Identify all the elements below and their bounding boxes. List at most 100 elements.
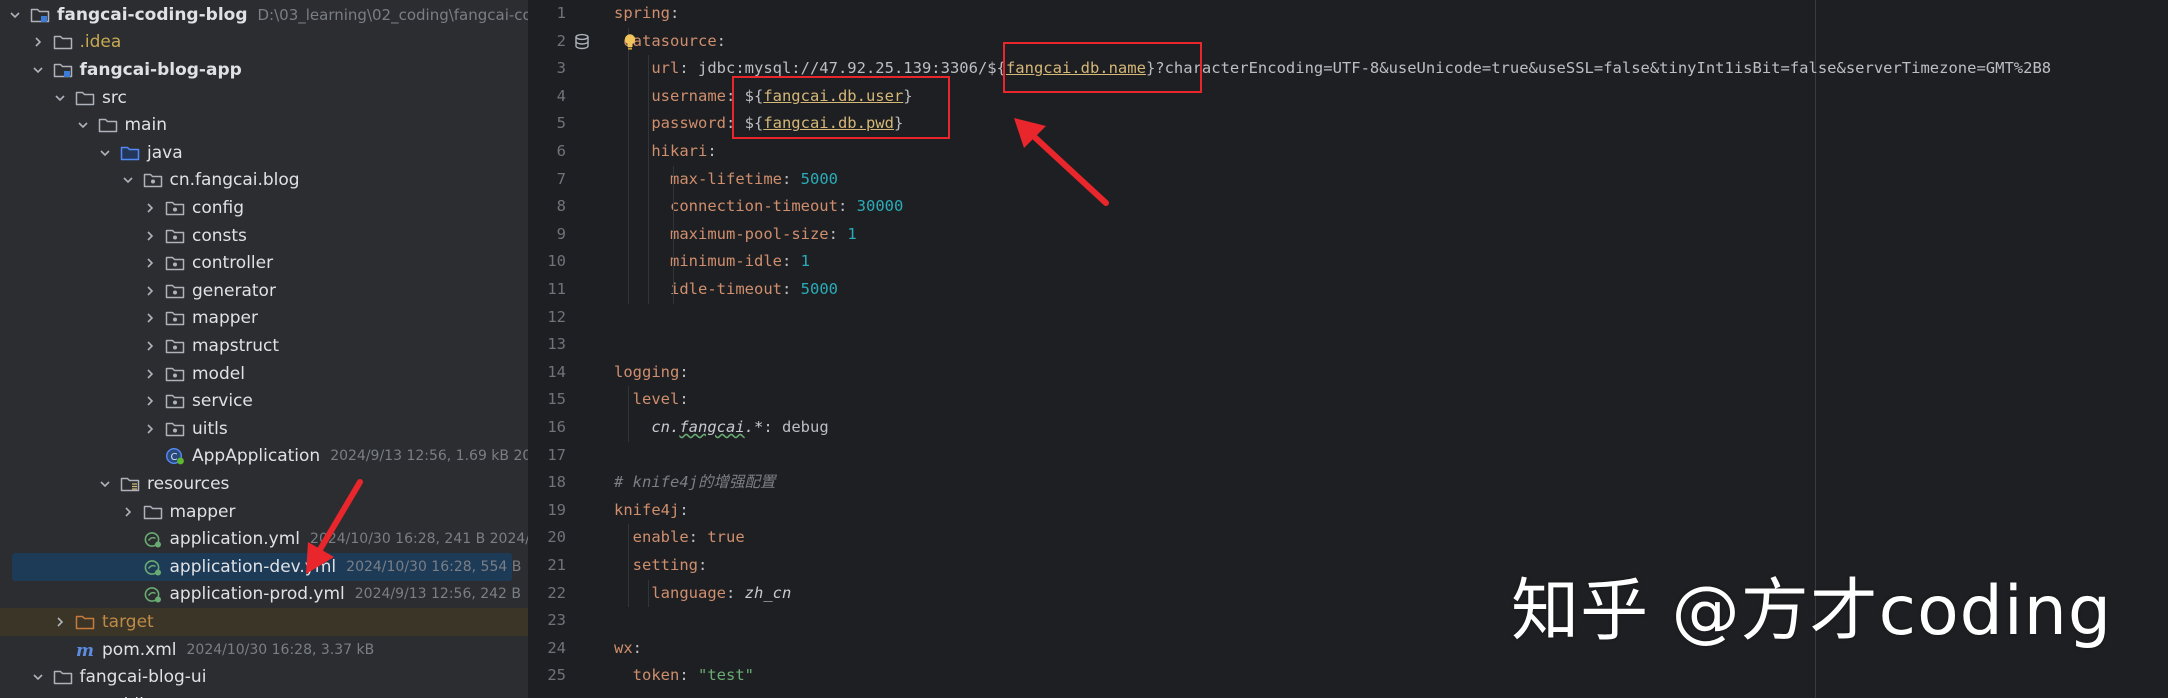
code-line-1[interactable]: spring: [614, 0, 679, 28]
chevron-right-icon[interactable] [143, 256, 157, 270]
tree-row-model[interactable]: model [0, 360, 528, 388]
file-meta: 2024/9/13 12:56, 242 B [354, 586, 522, 603]
code-token: 1 [847, 224, 857, 243]
code-token: wx [614, 638, 633, 657]
code-line-15[interactable]: level: [614, 386, 689, 414]
tree-item-label: cn.fangcai.blog [169, 170, 300, 191]
lightbulb-icon[interactable] [623, 33, 637, 51]
code-line-9[interactable]: maximum-pool-size: 1 [614, 221, 857, 249]
code-line-24[interactable]: wx: [614, 635, 642, 663]
tree-row-content: fangcai-blog-ui [0, 663, 206, 691]
tree-row-fangcai-blog-ui[interactable]: fangcai-blog-ui [0, 663, 528, 691]
tree-row-application-prod-yml[interactable]: application-prod.yml 2024/9/13 12:56, 242… [0, 581, 528, 609]
tree-row-public[interactable]: public [0, 691, 528, 698]
tree-row-fangcai-coding-blog[interactable]: fangcai-coding-blog D:\03_learning\02_cod… [0, 1, 528, 29]
code-token: 5000 [800, 280, 838, 298]
tree-row-src[interactable]: src [0, 84, 528, 112]
chevron-down-icon[interactable] [31, 63, 45, 77]
code-token: : [716, 31, 727, 50]
code-line-19[interactable]: knife4j: [614, 497, 689, 525]
tree-row-consts[interactable]: consts [0, 222, 528, 250]
tree-row-pom-xml[interactable]: m pom.xml 2024/10/30 16:28, 3.37 kB [0, 636, 528, 664]
chevron-right-icon[interactable] [143, 422, 157, 436]
tree-row-application-yml[interactable]: application.yml 2024/10/30 16:28, 241 B 2… [0, 525, 528, 553]
chevron-right-icon[interactable] [53, 615, 67, 629]
tree-row-mapstruct[interactable]: mapstruct [0, 332, 528, 360]
code-line-14[interactable]: logging: [614, 359, 689, 387]
code-token: username [651, 86, 726, 105]
code-line-22[interactable]: language: zh_cn [614, 580, 791, 608]
tree-item-label: java [147, 142, 183, 163]
tree-item-label: consts [192, 225, 247, 246]
code-token: .* [744, 418, 764, 436]
chevron-down-icon[interactable] [76, 118, 90, 132]
chevron-right-icon[interactable] [143, 229, 157, 243]
code-line-6[interactable]: hikari: [614, 138, 716, 166]
code-token: : [781, 252, 801, 271]
tree-row-config[interactable]: config [0, 194, 528, 222]
tree-row-fangcai-blog-app[interactable]: fangcai-blog-app [0, 56, 528, 84]
chevron-right-icon[interactable] [143, 284, 157, 298]
code-line-16[interactable]: cn.fangcai.*: debug [614, 414, 828, 442]
tree-item-label: mapper [192, 308, 259, 329]
tree-row-content: model [0, 360, 245, 388]
database-gutter-icon[interactable] [574, 33, 592, 51]
tree-row-appapplication[interactable]: C AppApplication 2024/9/13 12:56, 1.69 kB … [0, 443, 528, 471]
code-line-18[interactable]: # knife4j的增强配置 [614, 469, 776, 497]
tree-row-resources[interactable]: resources [0, 470, 528, 498]
chevron-down-icon[interactable] [98, 146, 112, 160]
tree-item-label: src [102, 87, 127, 108]
tree-row-content: uitls [0, 415, 228, 443]
chevron-down-icon[interactable] [8, 8, 22, 22]
yaml-spring-icon [143, 585, 163, 603]
tree-item-label: config [192, 197, 245, 218]
code-token: # knife4j的增强配置 [614, 473, 776, 492]
tree-row-cn-fangcai-blog[interactable]: cn.fangcai.blog [0, 167, 528, 195]
chevron-right-icon[interactable] [143, 339, 157, 353]
tree-row-java[interactable]: java [0, 139, 528, 167]
tree-item-label: .idea [79, 32, 122, 53]
folder-icon [53, 668, 73, 686]
tree-row-main[interactable]: main [0, 111, 528, 139]
chevron-right-icon[interactable] [143, 367, 157, 381]
tree-row-target[interactable]: target [0, 608, 528, 636]
package-icon [165, 227, 185, 245]
chevron-right-icon[interactable] [121, 505, 135, 519]
tree-row-idea[interactable]: .idea [0, 29, 528, 57]
tree-row-uitls[interactable]: uitls [0, 415, 528, 443]
chevron-down-icon[interactable] [31, 670, 45, 684]
chevron-right-icon[interactable] [31, 35, 45, 49]
code-token: : [828, 224, 848, 243]
chevron-down-icon[interactable] [53, 91, 67, 105]
code-line-8[interactable]: connection-timeout: 30000 [614, 193, 903, 221]
chevron-down-icon[interactable] [121, 173, 135, 187]
chevron-right-icon[interactable] [143, 394, 157, 408]
code-token: cn. [651, 418, 680, 436]
code-token: password [651, 114, 726, 133]
tree-row-mapper[interactable]: mapper [0, 498, 528, 526]
code-token: : [698, 556, 708, 574]
svg-text:C: C [171, 452, 178, 463]
tree-row-service[interactable]: service [0, 387, 528, 415]
tree-row-content: fangcai-blog-app [0, 56, 242, 84]
chevron-down-icon[interactable] [98, 477, 112, 491]
tree-row-application-dev-yml[interactable]: application-dev.yml 2024/10/30 16:28, 554… [12, 553, 521, 581]
code-line-20[interactable]: enable: true [614, 524, 745, 552]
tree-row-generator[interactable]: generator [0, 277, 528, 305]
code-line-25[interactable]: token: "test" [614, 662, 754, 690]
resources-folder-icon [120, 475, 140, 493]
project-tree-panel[interactable]: fangcai-coding-blog D:\03_learning\02_cod… [0, 0, 528, 698]
code-line-10[interactable]: minimum-idle: 1 [614, 248, 810, 276]
tree-row-mapper[interactable]: mapper [0, 305, 528, 333]
chevron-right-icon[interactable] [143, 311, 157, 325]
tree-row-content: src [0, 84, 127, 112]
tree-row-controller[interactable]: controller [0, 249, 528, 277]
chevron-right-icon[interactable] [143, 201, 157, 215]
